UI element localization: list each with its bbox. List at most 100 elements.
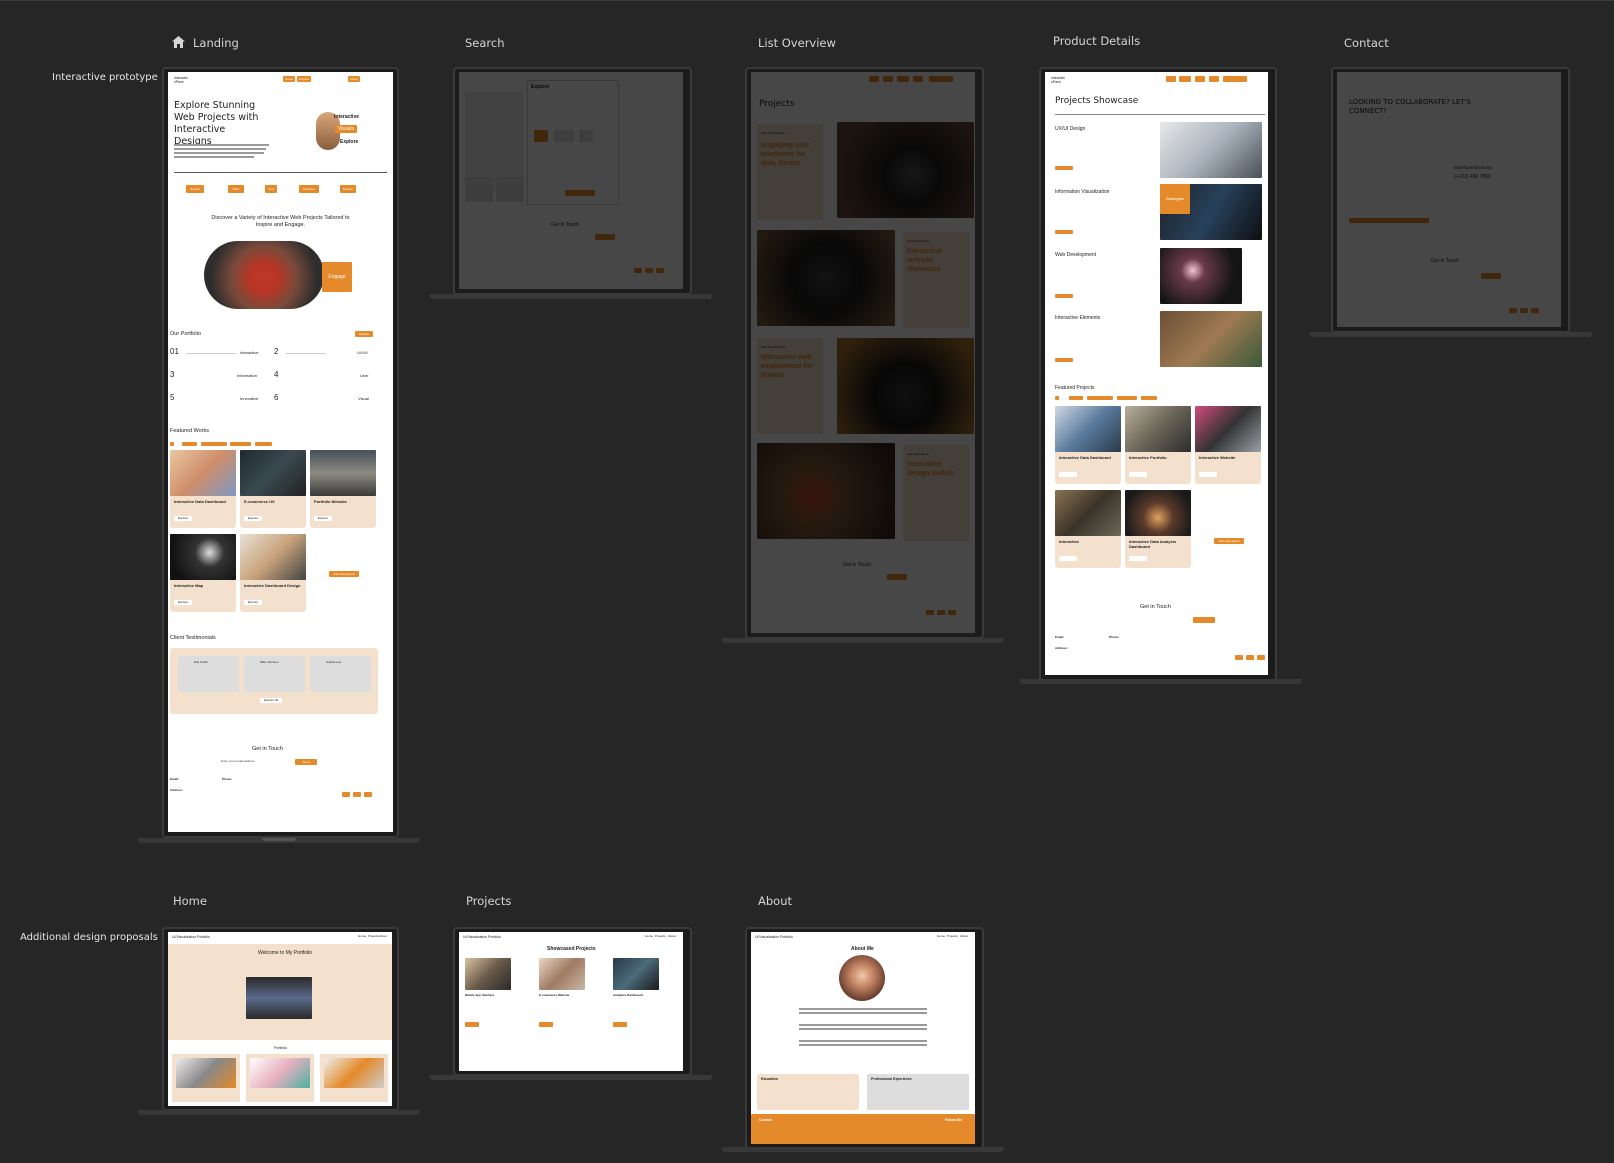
project-button[interactable] bbox=[613, 1022, 627, 1027]
home-card[interactable] bbox=[246, 1054, 314, 1102]
screen-search[interactable]: Explore Get in Touch bbox=[459, 72, 683, 289]
featured-button[interactable] bbox=[1199, 472, 1217, 477]
filter-chip[interactable] bbox=[1069, 396, 1083, 400]
showcase-item-button[interactable] bbox=[1055, 166, 1073, 170]
brand-logo[interactable]: interactiv sPace bbox=[1051, 76, 1071, 85]
section-label-list-overview[interactable]: List Overview bbox=[758, 36, 836, 50]
work-card[interactable]: Portfolio Website Explore bbox=[310, 450, 376, 528]
screen-home[interactable]: UI/Visualization Portfolio Home Projects… bbox=[168, 932, 392, 1106]
featured-card[interactable]: Interactive bbox=[1055, 490, 1121, 568]
brand-logo[interactable]: interactiv sPace bbox=[174, 76, 194, 85]
work-explore-button[interactable]: Explore bbox=[174, 600, 192, 605]
nav-item[interactable] bbox=[1166, 76, 1176, 82]
filter-chip[interactable] bbox=[255, 442, 272, 446]
social-icon[interactable] bbox=[645, 268, 653, 273]
nav-item[interactable] bbox=[1209, 76, 1219, 82]
social-icon[interactable] bbox=[926, 610, 934, 615]
nav-item[interactable] bbox=[869, 76, 879, 82]
featured-card[interactable]: Interactive Data Dashboard bbox=[1055, 406, 1121, 484]
nav-projects[interactable]: Projects bbox=[655, 934, 666, 939]
social-icon[interactable] bbox=[1235, 655, 1243, 660]
home-card[interactable] bbox=[172, 1054, 240, 1102]
contact-submit-button[interactable] bbox=[1349, 218, 1429, 223]
featured-card[interactable]: Interactive Data Analysis Dashboard bbox=[1125, 490, 1191, 568]
list-card[interactable]: Data Visualization Engaging user interfa… bbox=[757, 124, 823, 220]
social-icon[interactable] bbox=[1520, 308, 1528, 313]
filter-chip[interactable] bbox=[201, 442, 227, 446]
social-icon[interactable] bbox=[353, 792, 361, 797]
showcase-item-button[interactable] bbox=[1055, 358, 1073, 362]
showcase-item-button[interactable] bbox=[1055, 294, 1073, 298]
nav-item[interactable] bbox=[913, 76, 923, 82]
social-icon[interactable] bbox=[1509, 308, 1517, 313]
send-button[interactable] bbox=[887, 574, 907, 580]
screen-about[interactable]: UI/Visualization Portfolio Home Projects… bbox=[751, 932, 975, 1144]
section-label-about[interactable]: About bbox=[758, 894, 792, 908]
screen-details[interactable]: interactiv sPace Projects Showcase UX/UI… bbox=[1045, 72, 1268, 675]
nav-about[interactable]: About bbox=[348, 76, 360, 82]
brand-logo[interactable]: UI/Visualization Portfolio bbox=[172, 935, 210, 939]
section-label-search[interactable]: Search bbox=[465, 36, 505, 50]
brand-logo[interactable]: UI/Visualization Portfolio bbox=[463, 935, 501, 939]
filter-chip[interactable] bbox=[230, 442, 251, 446]
nav-item[interactable] bbox=[897, 76, 909, 82]
nav-projects[interactable]: Projects bbox=[368, 934, 379, 939]
engage-badge[interactable]: Engage bbox=[322, 262, 352, 292]
send-button[interactable] bbox=[1481, 273, 1501, 279]
filter-chip[interactable] bbox=[182, 442, 197, 446]
nav-projects[interactable]: Projects bbox=[947, 934, 958, 939]
showcase-item-button[interactable] bbox=[1055, 230, 1073, 234]
tool-discover[interactable]: Discover bbox=[299, 185, 319, 193]
nav-about[interactable]: About bbox=[379, 934, 387, 939]
view-all-projects-button[interactable]: View all projects bbox=[1214, 538, 1244, 544]
social-icon[interactable] bbox=[1246, 655, 1254, 660]
section-label-landing[interactable]: Landing bbox=[172, 36, 239, 50]
featured-card[interactable]: Interactive Portfolio bbox=[1125, 406, 1191, 484]
list-card[interactable]: Creative Designs Interactive website sho… bbox=[903, 232, 969, 328]
nav-item[interactable] bbox=[1179, 76, 1191, 82]
work-explore-button[interactable]: Explore bbox=[314, 516, 332, 521]
screen-landing[interactable]: interactiv sPace Home Projects About Exp… bbox=[168, 72, 393, 832]
section-label-contact[interactable]: Contact bbox=[1344, 36, 1389, 50]
social-icon[interactable] bbox=[634, 268, 642, 273]
send-button[interactable] bbox=[1193, 617, 1215, 623]
section-label-home[interactable]: Home bbox=[173, 894, 207, 908]
category-tile[interactable] bbox=[534, 130, 548, 142]
featured-button[interactable] bbox=[1059, 472, 1077, 477]
send-button[interactable] bbox=[595, 234, 615, 240]
nav-item[interactable] bbox=[1195, 76, 1205, 82]
featured-card[interactable]: Interactive Website bbox=[1195, 406, 1261, 484]
send-button[interactable]: Send bbox=[295, 759, 317, 765]
nav-home[interactable]: Home bbox=[358, 934, 366, 939]
screen-contact[interactable]: LOOKING TO COLLABORATE? LET'S CONNECT! d… bbox=[1337, 72, 1561, 327]
work-card[interactable]: Interactive Dashboard Design Explore bbox=[240, 534, 306, 612]
nav-item[interactable] bbox=[1223, 76, 1247, 82]
nav-about[interactable]: About bbox=[960, 934, 968, 939]
nav-home[interactable]: Home bbox=[283, 76, 295, 82]
filter-chip[interactable] bbox=[1087, 396, 1113, 400]
apply-button[interactable] bbox=[565, 190, 595, 196]
social-icon[interactable] bbox=[948, 610, 956, 615]
portfolio-explore-button[interactable]: Explore bbox=[355, 331, 373, 337]
featured-button[interactable] bbox=[1129, 556, 1147, 561]
project-button[interactable] bbox=[539, 1022, 553, 1027]
social-icon[interactable] bbox=[937, 610, 945, 615]
view-all-projects-button[interactable]: View all projects bbox=[329, 571, 359, 577]
nav-item[interactable] bbox=[929, 76, 953, 82]
nav-projects[interactable]: Projects bbox=[297, 76, 311, 82]
work-explore-button[interactable]: Explore bbox=[244, 516, 262, 521]
filter-chip[interactable] bbox=[1141, 396, 1157, 400]
project-button[interactable] bbox=[465, 1022, 479, 1027]
category-tile[interactable] bbox=[554, 130, 574, 142]
work-card[interactable]: Interactive Data Dashboard Explore bbox=[170, 450, 236, 528]
filter-chip[interactable] bbox=[1055, 396, 1059, 400]
list-card[interactable]: User Experience Innovative design launch bbox=[903, 445, 969, 541]
work-card[interactable]: Interactive Map Explore bbox=[170, 534, 236, 612]
social-icon[interactable] bbox=[656, 268, 664, 273]
screen-projects[interactable]: UI/Visualization Portfolio Home Projects… bbox=[459, 932, 683, 1071]
tool-filter[interactable]: Filter bbox=[228, 185, 244, 193]
email-input[interactable]: Enter your email address bbox=[221, 759, 254, 764]
nav-home[interactable]: Home bbox=[937, 934, 945, 939]
social-icon[interactable] bbox=[364, 792, 372, 797]
work-explore-button[interactable]: Explore bbox=[174, 516, 192, 521]
